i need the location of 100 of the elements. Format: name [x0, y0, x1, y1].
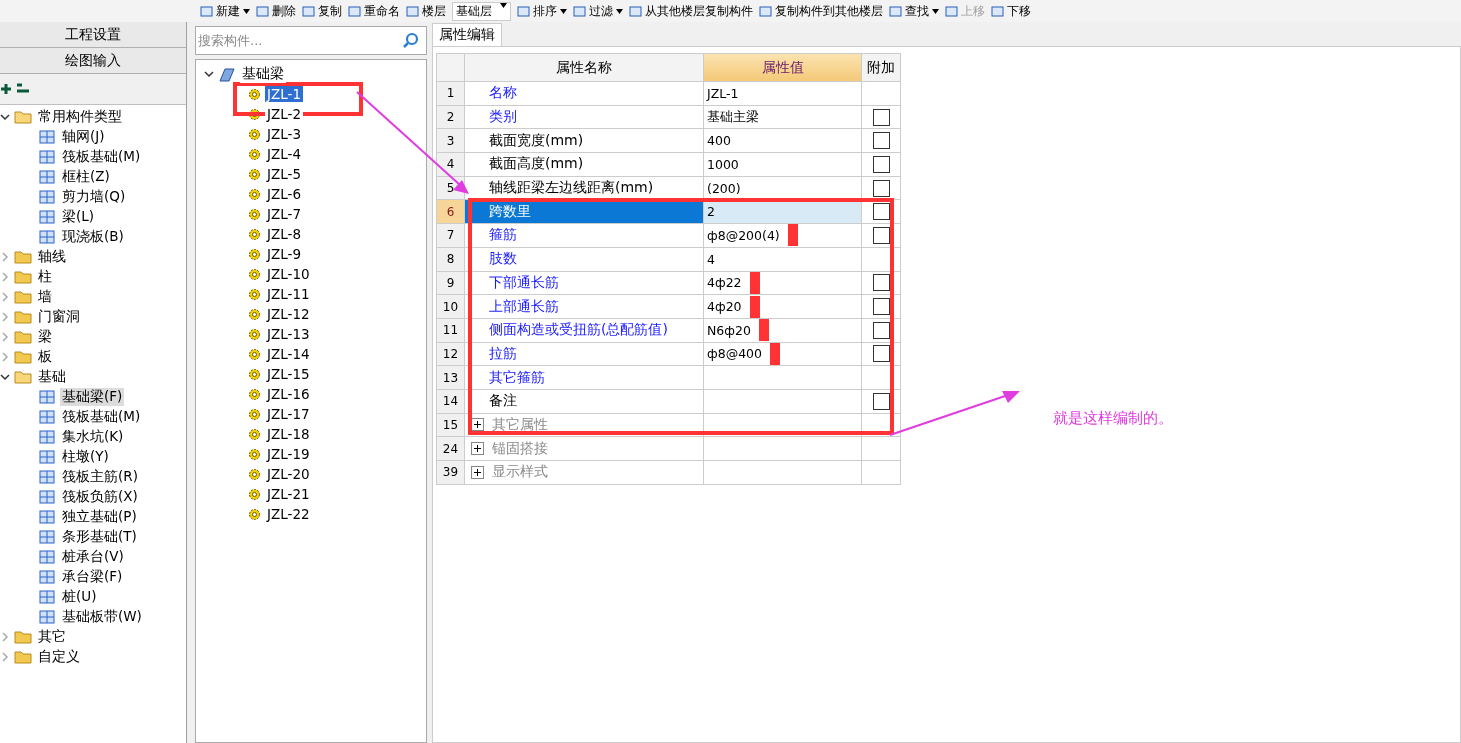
tree-item[interactable]: 自定义: [36, 648, 82, 666]
tree-item[interactable]: 常用构件类型: [36, 108, 124, 126]
row-number: 4: [437, 153, 464, 176]
property-value[interactable]: 1000: [704, 156, 739, 172]
row-number: 7: [437, 224, 464, 247]
tree-item[interactable]: 轴网(J): [60, 128, 107, 146]
tree-item[interactable]: 梁: [36, 328, 54, 346]
expand-all-icon[interactable]: [0, 83, 12, 95]
tree-item[interactable]: 现浇板(B): [60, 228, 126, 246]
tree-item[interactable]: JZL-16: [265, 386, 312, 402]
tree-item[interactable]: 独立基础(P): [60, 508, 139, 526]
checkbox[interactable]: [872, 179, 890, 197]
property-value[interactable]: (200): [704, 180, 741, 196]
checkbox[interactable]: [872, 321, 890, 339]
collapse-icon[interactable]: [0, 372, 10, 382]
checkbox[interactable]: [872, 226, 890, 244]
tree-item[interactable]: JZL-20: [265, 466, 312, 482]
property-value[interactable]: 400: [704, 133, 731, 149]
component-icon: [38, 389, 56, 405]
checkbox[interactable]: [872, 298, 890, 316]
tree-item[interactable]: JZL-22: [265, 506, 312, 522]
tree-item[interactable]: 桩(U): [60, 588, 99, 606]
tree-item[interactable]: 柱: [36, 268, 54, 286]
search-box[interactable]: 搜索构件...: [195, 26, 427, 55]
property-value[interactable]: 4ф22: [704, 275, 742, 291]
property-value[interactable]: N6ф20: [704, 322, 751, 338]
tree-item[interactable]: JZL-18: [265, 426, 312, 442]
tree-item[interactable]: 基础梁(F): [60, 388, 125, 406]
toolbar-button[interactable]: 排序: [517, 2, 567, 20]
tree-item[interactable]: 墙: [36, 288, 54, 306]
tree-item[interactable]: 轴线: [36, 248, 68, 266]
tree-item[interactable]: 基础板带(W): [60, 608, 144, 626]
toolbar-button[interactable]: 复制构件到其他楼层: [759, 2, 883, 20]
toolbar-button[interactable]: 重命名: [348, 2, 400, 20]
toolbar-button[interactable]: 楼层: [406, 2, 446, 20]
tree-item[interactable]: JZL-7: [265, 206, 303, 222]
tree-item[interactable]: JZL-14: [265, 346, 312, 362]
tree-item[interactable]: 承台梁(F): [60, 568, 125, 586]
collapse-all-icon[interactable]: [16, 83, 30, 95]
tree-item[interactable]: JZL-5: [265, 166, 303, 182]
tree-item[interactable]: 板: [36, 348, 54, 366]
tree-item[interactable]: 基础: [36, 368, 68, 386]
tree-item[interactable]: JZL-1: [265, 86, 303, 102]
tree-item[interactable]: JZL-13: [265, 326, 312, 342]
toolbar-button[interactable]: 新建: [200, 2, 250, 20]
tree-item[interactable]: JZL-21: [265, 486, 312, 502]
tree-item[interactable]: 筏板基础(M): [60, 148, 143, 166]
property-value[interactable]: ф8@400: [704, 346, 762, 362]
tree-item[interactable]: 筏板基础(M): [60, 408, 143, 426]
floor-select[interactable]: 基础层: [452, 1, 511, 21]
tree-item[interactable]: JZL-4: [265, 146, 303, 162]
tree-item[interactable]: JZL-3: [265, 126, 303, 142]
tab[interactable]: 属性编辑: [432, 23, 502, 46]
toolbar-button[interactable]: 下移: [991, 2, 1031, 20]
tree-item[interactable]: JZL-10: [265, 266, 312, 282]
tree-item[interactable]: JZL-8: [265, 226, 303, 242]
nav-button[interactable]: 工程设置: [0, 22, 186, 48]
toolbar-button[interactable]: 从其他楼层复制构件: [629, 2, 753, 20]
checkbox[interactable]: [872, 274, 890, 292]
tree-item[interactable]: 筏板主筋(R): [60, 468, 140, 486]
tree-item[interactable]: 筏板负筋(X): [60, 488, 140, 506]
property-value[interactable]: 4ф20: [704, 299, 742, 315]
tree-item[interactable]: 门窗洞: [36, 308, 82, 326]
collapse-icon[interactable]: [0, 112, 10, 122]
tree-item[interactable]: 其它: [36, 628, 68, 646]
checkbox[interactable]: [872, 108, 890, 126]
expand-icon[interactable]: [471, 442, 484, 456]
toolbar-button[interactable]: 过滤: [573, 2, 623, 20]
tree-item[interactable]: 集水坑(K): [60, 428, 126, 446]
tree-item[interactable]: 剪力墙(Q): [60, 188, 128, 206]
toolbar-button[interactable]: 查找: [889, 2, 939, 20]
tree-item[interactable]: 框柱(Z): [60, 168, 112, 186]
property-value[interactable]: 基础主梁: [704, 108, 759, 126]
toolbar-button[interactable]: 复制: [302, 2, 342, 20]
checkbox[interactable]: [872, 155, 890, 173]
tree-item[interactable]: 桩承台(V): [60, 548, 126, 566]
property-value[interactable]: 2: [704, 204, 715, 220]
tree-item[interactable]: 柱墩(Y): [60, 448, 111, 466]
property-value[interactable]: JZL-1: [704, 85, 739, 101]
toolbar-button[interactable]: 删除: [256, 2, 296, 20]
property-value[interactable]: 4: [704, 251, 715, 267]
tree-item[interactable]: JZL-11: [265, 286, 312, 302]
tree-item[interactable]: JZL-9: [265, 246, 303, 262]
tree-item[interactable]: JZL-19: [265, 446, 312, 462]
tree-item[interactable]: JZL-2: [265, 106, 303, 122]
tree-item[interactable]: JZL-12: [265, 306, 312, 322]
checkbox[interactable]: [872, 392, 890, 410]
search-icon[interactable]: [402, 31, 420, 50]
checkbox[interactable]: [872, 203, 890, 221]
tree-item[interactable]: JZL-15: [265, 366, 312, 382]
checkbox[interactable]: [872, 345, 890, 363]
tree-item[interactable]: JZL-17: [265, 406, 312, 422]
checkbox[interactable]: [872, 132, 890, 150]
property-value[interactable]: ф8@200(4): [704, 227, 780, 243]
nav-button[interactable]: 绘图输入: [0, 48, 186, 74]
tree-item[interactable]: 条形基础(T): [60, 528, 139, 546]
tree-item[interactable]: 基础梁: [240, 65, 286, 83]
expand-icon[interactable]: [471, 465, 484, 479]
collapse-icon[interactable]: [204, 69, 214, 79]
tree-item[interactable]: JZL-6: [265, 186, 303, 202]
